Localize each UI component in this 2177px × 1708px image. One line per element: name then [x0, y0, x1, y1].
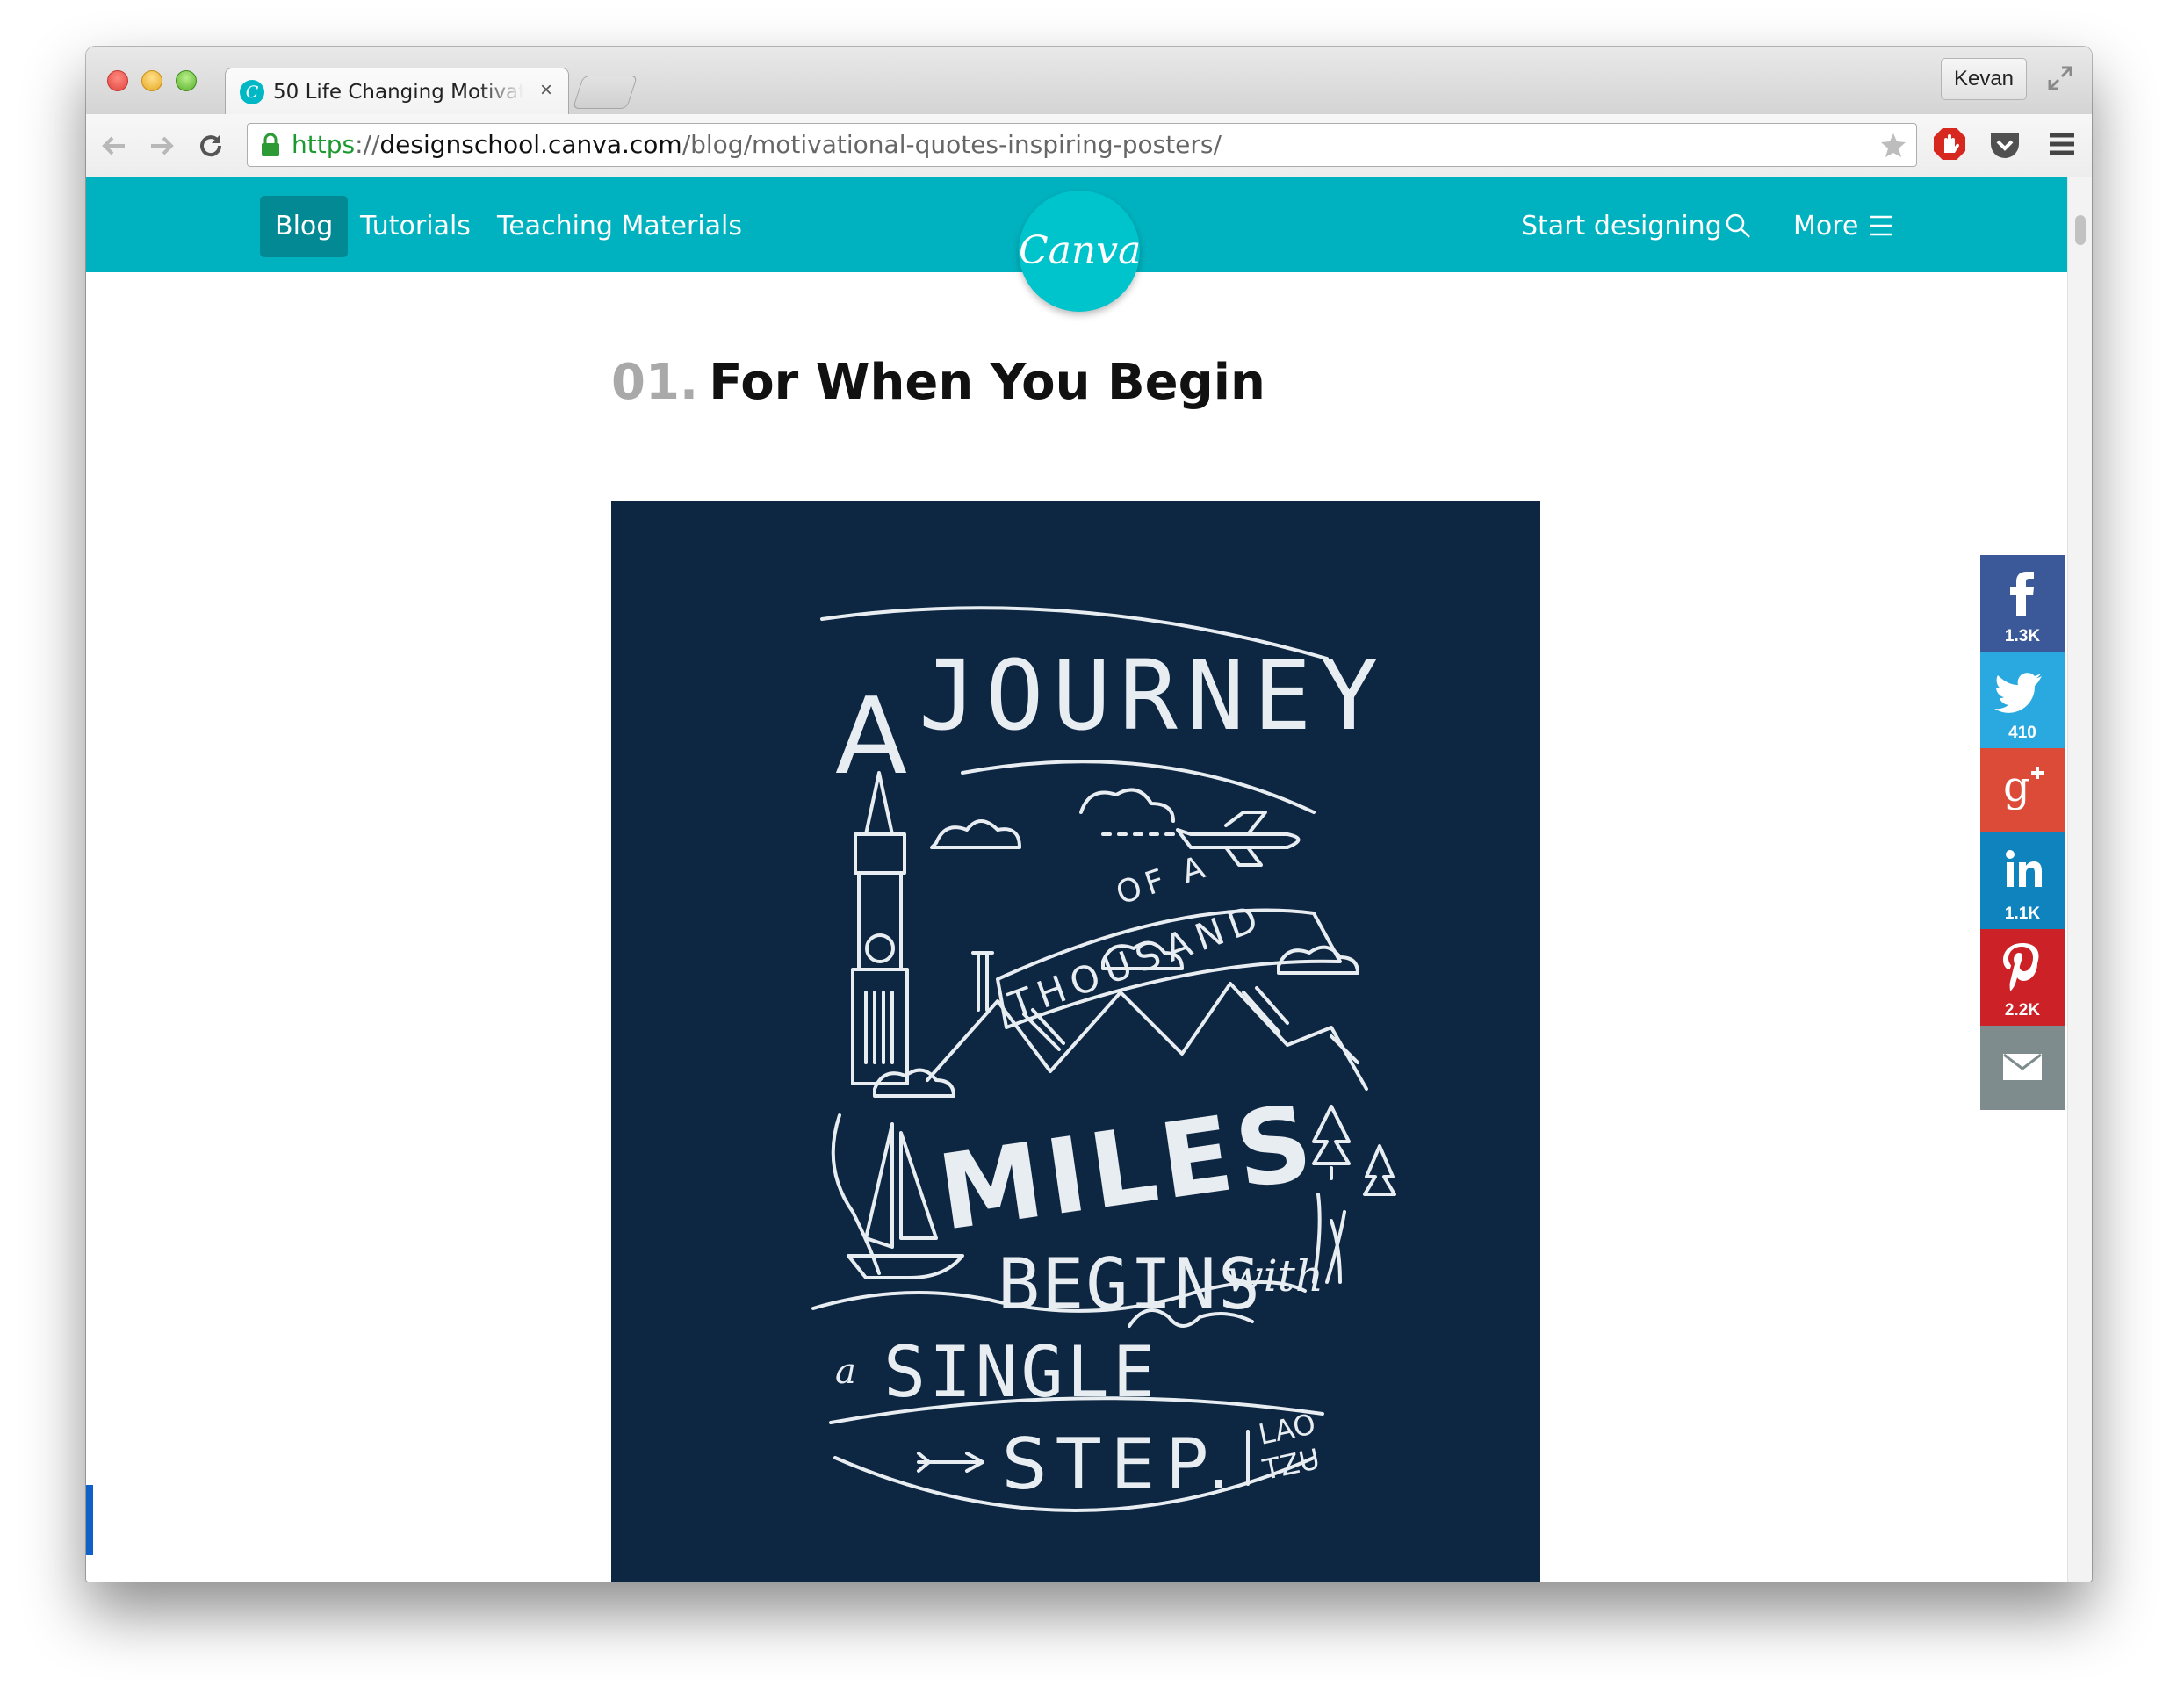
search-icon[interactable] [1724, 212, 1752, 240]
url-text: https://designschool.canva.com/blog/moti… [292, 131, 1222, 159]
big-ben-tower-icon [851, 771, 909, 1085]
tab-close-icon[interactable]: × [540, 77, 552, 104]
more-menu-link[interactable]: More [1793, 196, 1858, 257]
nav-teaching-materials-link[interactable]: Teaching Materials [497, 196, 742, 257]
address-bar[interactable]: https://designschool.canva.com/blog/moti… [247, 123, 1917, 167]
back-arrow-icon[interactable] [98, 130, 130, 162]
twitter-share-button[interactable]: 410 [1980, 652, 2065, 748]
forward-arrow-icon[interactable] [146, 130, 177, 162]
poster-text-begins: BEGINS [998, 1243, 1262, 1325]
linkedin-share-button[interactable]: 1.1K [1980, 832, 2065, 929]
zoom-window-button[interactable] [176, 70, 197, 91]
article-heading: 01. For When You Begin [611, 348, 1265, 418]
cloud-icon [1079, 788, 1175, 823]
pinterest-share-button[interactable]: 2.2K [1980, 929, 2065, 1026]
linkedin-icon [2006, 850, 2042, 887]
fullscreen-icon[interactable] [2046, 64, 2074, 92]
minimize-window-button[interactable] [141, 70, 162, 91]
profile-button[interactable]: Kevan [1941, 58, 2027, 100]
close-window-button[interactable] [107, 70, 128, 91]
googleplus-icon: g [2003, 762, 2044, 810]
start-designing-link[interactable]: Start designing [1521, 196, 1722, 257]
hamburger-menu-icon[interactable] [1868, 214, 1894, 237]
quote-title: For When You Begin [709, 354, 1265, 411]
poster-text-journey: JOURNEY [919, 639, 1388, 752]
pocket-icon[interactable] [1987, 126, 2022, 162]
bookmark-star-icon[interactable] [1879, 131, 1907, 159]
tab-title: 50 Life Changing Motivational Quotes [273, 81, 523, 104]
new-tab-button[interactable] [572, 76, 638, 109]
left-edge-tab[interactable] [86, 1485, 93, 1555]
social-share-bar: 1.3K 410 g 1.1K 2.2K [1980, 555, 2065, 1110]
poster-text-step: STEP. [1002, 1423, 1240, 1505]
pinterest-icon [2003, 943, 2039, 991]
twitter-icon [1994, 673, 2042, 713]
svg-text:g: g [2003, 762, 2030, 810]
url-scheme: https [292, 130, 356, 159]
poster-text-single: SINGLE [883, 1331, 1158, 1413]
poster-text-with: with [1226, 1250, 1323, 1301]
url-host: designschool.canva.com [379, 130, 682, 159]
web-page: Blog Tutorials Teaching Materials Start … [86, 177, 2067, 1582]
email-share-button[interactable] [1980, 1026, 2065, 1110]
url-separator: :// [355, 130, 380, 159]
url-path: /blog/motivational-quotes-inspiring-post… [681, 130, 1222, 159]
linkedin-share-count: 1.1K [2004, 904, 2041, 923]
arrow-icon [917, 1452, 984, 1473]
facebook-share-count: 1.3K [2004, 627, 2041, 645]
poster-text-a-small: a [835, 1351, 856, 1392]
adblock-hand-icon[interactable] [1932, 126, 1967, 162]
googleplus-share-button[interactable]: g [1980, 748, 2065, 832]
scrollbar-thumb[interactable] [2075, 215, 2086, 245]
chrome-menu-icon[interactable] [2044, 126, 2080, 162]
browser-tab[interactable]: C 50 Life Changing Motivational Quotes × [225, 68, 569, 115]
poster-text-a: A [835, 676, 907, 798]
nav-blog-link[interactable]: Blog [260, 196, 349, 257]
nav-tutorials-link[interactable]: Tutorials [360, 196, 471, 257]
journey-underline-decoration [961, 760, 1316, 814]
twitter-share-count: 410 [2008, 724, 2036, 742]
poster-text-miles: MILES [932, 1081, 1324, 1254]
quote-poster-image: A JOURNEY OF A THOUSAND MILES BEGINS wit… [611, 501, 1540, 1582]
canva-logo[interactable]: Canva [1019, 191, 1141, 312]
pinterest-share-count: 2.2K [2004, 1001, 2041, 1020]
email-envelope-icon [2003, 1053, 2042, 1080]
page-scrollbar[interactable] [2067, 177, 2092, 1582]
poster-text-of-a: OF A [1112, 848, 1214, 912]
browser-window: C 50 Life Changing Motivational Quotes ×… [86, 47, 2092, 1582]
facebook-share-button[interactable]: 1.3K [1980, 555, 2065, 652]
mountains-icon [926, 982, 1368, 1091]
lock-icon [262, 133, 279, 156]
browser-toolbar: https://designschool.canva.com/blog/moti… [86, 114, 2092, 177]
title-bar: C 50 Life Changing Motivational Quotes ×… [86, 47, 2092, 115]
canva-favicon-icon: C [240, 80, 264, 104]
cloud-icon [930, 819, 1021, 849]
quote-number: 01. [611, 354, 699, 411]
poster-illustration: A JOURNEY OF A THOUSAND MILES BEGINS wit… [811, 606, 1396, 1512]
facebook-icon [2010, 572, 2034, 616]
reload-icon[interactable] [195, 130, 227, 162]
